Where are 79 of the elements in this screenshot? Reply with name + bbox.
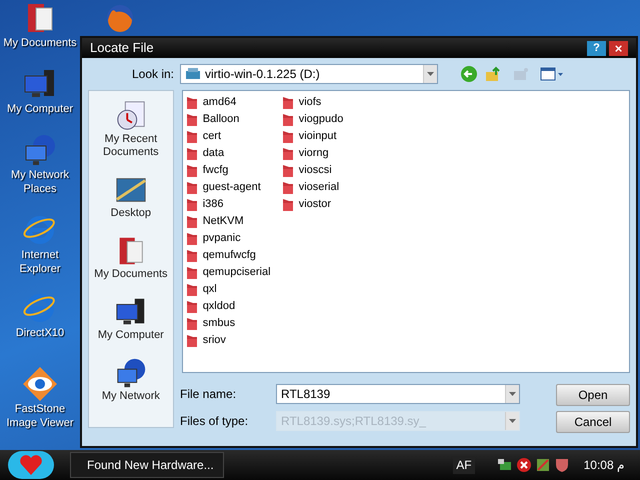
folder-name[interactable]: fwcfg (202, 162, 228, 179)
close-button[interactable]: × (609, 40, 628, 56)
start-button[interactable] (8, 451, 54, 479)
folder-icon (186, 180, 198, 194)
desktop-icon-label[interactable]: My Documents (3, 36, 77, 50)
up-folder-icon[interactable] (484, 65, 502, 83)
open-button[interactable]: Open (556, 384, 630, 406)
places-item[interactable]: My Recent Documents (89, 133, 173, 159)
folder-icon (186, 146, 198, 160)
desktop-icon-label[interactable]: FastStone Image Viewer (0, 402, 80, 430)
folder-name[interactable]: vioscsi (298, 162, 332, 179)
field-value: RTL8139 (280, 386, 332, 403)
folder-name[interactable]: qemufwcfg (202, 247, 256, 264)
desktop-icon-label[interactable]: My Computer (6, 102, 74, 116)
file-name-field[interactable]: RTL8139 (276, 384, 520, 404)
window-title: Locate File (90, 39, 155, 58)
look-in-value: virtio-win-0.1.225 (D:) (205, 66, 321, 83)
folder-name[interactable]: guest-agent (202, 179, 261, 196)
folder-name[interactable]: viostor (298, 196, 332, 213)
folder-icon (186, 266, 198, 280)
folder-icon (186, 130, 198, 144)
folder-icon (186, 214, 198, 228)
places-item[interactable]: My Network (102, 390, 160, 403)
folder-icon (282, 112, 294, 126)
places-item[interactable]: My Computer (98, 329, 164, 342)
taskbar-button[interactable]: Found New Hardware... (70, 452, 224, 478)
folder-name[interactable]: qemupciserial (202, 264, 271, 281)
folder-icon (186, 300, 198, 314)
desktop-icon-label[interactable]: Internet Explorer (0, 248, 80, 276)
files-of-type-label: Files of type: (180, 413, 250, 430)
look-in-label: Look in: (130, 66, 174, 83)
shield-tray-icon[interactable] (554, 457, 570, 473)
folder-icon (186, 198, 198, 212)
folder-icon (282, 96, 294, 110)
browser-fox-icon[interactable] (104, 2, 136, 34)
look-in-dropdown[interactable]: virtio-win-0.1.225 (D:) (180, 64, 438, 84)
desktop-icon-label[interactable]: My Network Places (0, 168, 80, 196)
folder-name[interactable]: NetKVM (202, 213, 244, 230)
folder-icon (186, 164, 198, 178)
folder-icon (282, 164, 294, 178)
folder-name[interactable]: sriov (202, 332, 226, 349)
folder-name[interactable]: pvpanic (202, 230, 241, 247)
folder-name[interactable]: viogpudo (298, 111, 344, 128)
folder-icon (282, 130, 294, 144)
folder-name[interactable]: smbus (202, 315, 236, 332)
folder-icon (186, 334, 198, 348)
folder-name[interactable]: Balloon (202, 111, 240, 128)
hardware-tray-icon[interactable] (534, 457, 551, 473)
folder-name[interactable]: qxldod (202, 298, 236, 315)
folder-name[interactable]: viorng (298, 145, 329, 162)
folder-icon (186, 112, 198, 126)
places-item[interactable]: My Documents (94, 268, 168, 281)
error-tray-icon[interactable] (516, 457, 532, 473)
folder-name[interactable]: cert (202, 128, 222, 145)
folder-name[interactable]: vioserial (298, 179, 340, 196)
desktop-icon-label[interactable]: DirectX10 (16, 326, 64, 340)
folder-name[interactable]: vioinput (298, 128, 337, 145)
folder-name[interactable]: qxl (202, 281, 217, 298)
folder-icon (186, 316, 198, 330)
folder-icon (186, 96, 198, 110)
help-button[interactable]: ? (587, 40, 606, 56)
network-tray-icon[interactable] (496, 457, 513, 473)
folder-icon (186, 232, 198, 246)
folder-icon (282, 198, 294, 212)
places-item[interactable]: Desktop (110, 207, 152, 220)
folder-name[interactable]: i386 (202, 196, 224, 213)
clock: 10:08 م (584, 457, 624, 474)
folder-icon (186, 248, 198, 262)
view-menu-icon[interactable] (540, 66, 564, 82)
folder-name[interactable]: amd64 (202, 94, 236, 111)
drive-icon (185, 67, 201, 81)
folder-name[interactable]: data (202, 145, 224, 162)
folder-icon (282, 180, 294, 194)
file-name-label: File name: (180, 386, 238, 403)
cancel-button[interactable]: Cancel (556, 411, 630, 433)
folder-icon (186, 282, 198, 296)
heart-icon (19, 454, 43, 476)
folder-icon (282, 146, 294, 160)
folder-name[interactable]: viofs (298, 94, 322, 111)
